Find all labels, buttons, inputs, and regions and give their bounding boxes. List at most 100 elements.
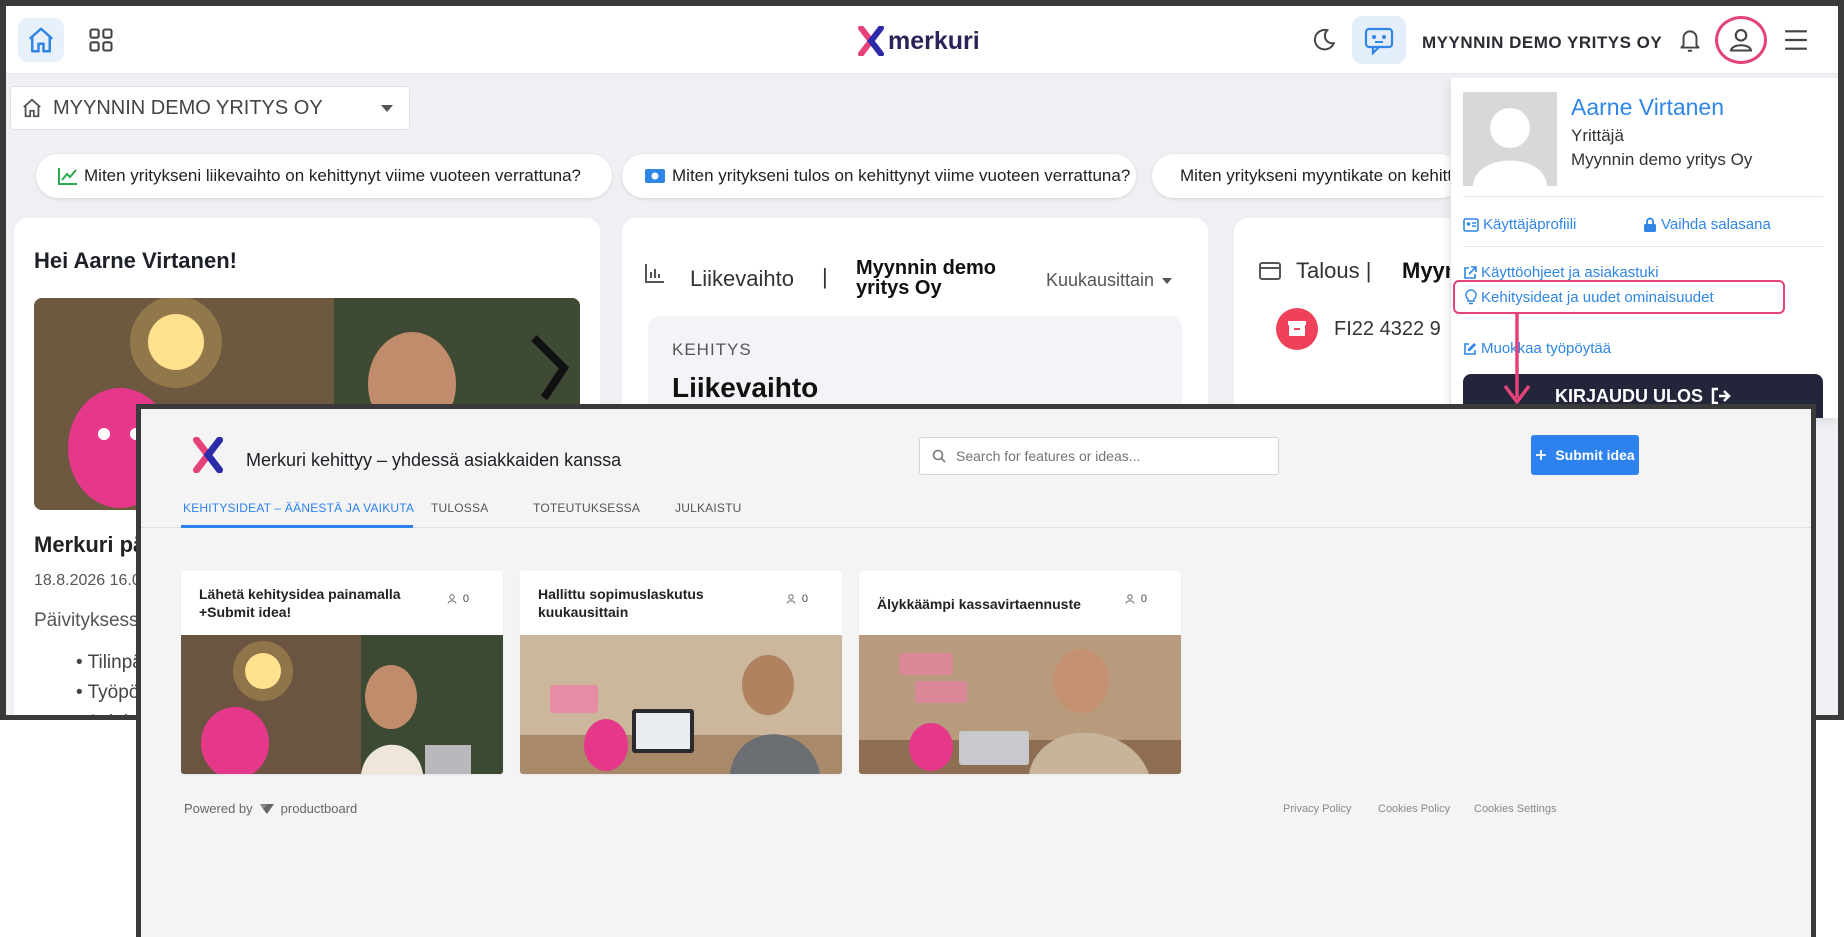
dark-mode-toggle[interactable]: [1306, 22, 1342, 58]
development-kicker: KEHITYS: [672, 340, 752, 359]
change-password-link[interactable]: Vaihda salasana: [1643, 216, 1771, 233]
tab-released[interactable]: JULKAISTU: [675, 501, 741, 527]
ideas-link[interactable]: Kehitysideat ja uudet ominaisuudet: [1453, 280, 1785, 314]
powered-by[interactable]: Powered by productboard: [184, 801, 357, 816]
help-link-label: Käyttöohjeet ja asiakastuki: [1481, 264, 1659, 281]
bar-chart-icon: [645, 264, 664, 283]
idea-image: [859, 635, 1181, 774]
vote-count[interactable]: 0: [1125, 593, 1147, 605]
user-placeholder-icon: [1473, 108, 1547, 186]
active-tab-indicator: [181, 525, 413, 528]
idea-card[interactable]: Älykkäämpi kassavirtaennuste 0: [859, 571, 1181, 774]
news-bullet: • Asiak: [76, 712, 133, 715]
submit-idea-label: Submit idea: [1555, 447, 1635, 463]
productboard-logo-icon: [259, 803, 274, 814]
moon-icon: [1313, 28, 1336, 51]
lightbulb-icon: [1465, 289, 1477, 305]
question-chip[interactable]: Miten yritykseni myyntikate on kehittyny…: [1152, 154, 1462, 198]
idea-title: Lähetä kehitysidea painamalla +Submit id…: [199, 586, 401, 620]
idea-title: Hallittu sopimuslaskutus kuukausittain: [538, 586, 704, 620]
merkuri-logo[interactable]: merkuri: [858, 26, 980, 56]
news-title: Merkuri pä: [34, 532, 146, 557]
voter-icon: [447, 594, 457, 604]
powered-by-label: Powered by: [184, 801, 253, 816]
profile-link[interactable]: Käyttäjäprofiili: [1463, 216, 1576, 233]
divider: [1463, 196, 1823, 197]
idea-image: [520, 635, 842, 774]
user-name[interactable]: Aarne Virtanen: [1571, 94, 1724, 121]
ideas-link-label: Kehitysideat ja uudet ominaisuudet: [1481, 288, 1714, 306]
productboard-brand: productboard: [280, 801, 358, 816]
idea-card[interactable]: Lähetä kehitysidea painamalla +Submit id…: [181, 571, 503, 774]
wallet-icon: [1259, 262, 1281, 280]
divider: [1463, 246, 1823, 247]
bell-icon: [1680, 30, 1700, 52]
company-select[interactable]: MYYNNIN DEMO YRITYS OY: [10, 86, 410, 130]
period-value: Kuukausittain: [1046, 270, 1155, 290]
tab-in-progress[interactable]: TOTEUTUKSESSA: [533, 501, 640, 527]
chevron-down-icon: [381, 105, 393, 112]
productboard-portal: Merkuri kehittyy – yhdessä asiakkaiden k…: [136, 404, 1816, 937]
company-select-value: MYYNNIN DEMO YRITYS OY: [53, 96, 323, 119]
line-chart-icon: [58, 168, 77, 185]
profile-link-label: Käyttäjäprofiili: [1483, 216, 1577, 233]
revenue-label: Liikevaihto: [690, 266, 794, 291]
brand-name: merkuri: [888, 26, 980, 55]
edit-desktop-label: Muokkaa työpöytää: [1481, 340, 1612, 357]
user-company: Myynnin demo yritys Oy: [1571, 150, 1753, 169]
greeting: Hei Aarne Virtanen!: [34, 248, 237, 273]
idea-title: Älykkäämpi kassavirtaennuste: [877, 596, 1081, 612]
assistant-button[interactable]: [1352, 16, 1406, 64]
user-icon: [1729, 29, 1753, 52]
chevron-down-icon: [1162, 277, 1173, 284]
question-chip[interactable]: Miten yritykseni tulos on kehittynyt vii…: [622, 154, 1136, 198]
search-icon: [932, 449, 946, 463]
portal-header: Merkuri kehittyy – yhdessä asiakkaiden k…: [141, 409, 1811, 549]
sign-out-icon: [1711, 387, 1731, 405]
cookies-policy-link[interactable]: Cookies Policy: [1378, 803, 1450, 815]
chatbot-icon: [1364, 27, 1394, 55]
main-menu-button[interactable]: [1776, 22, 1816, 58]
screenshot-frame: merkuri MYYNNIN DEMO YRITYS OY MYYNNIN D…: [0, 0, 1844, 937]
lock-icon: [1644, 217, 1656, 232]
portal-search[interactable]: [919, 437, 1279, 475]
privacy-policy-link[interactable]: Privacy Policy: [1283, 803, 1351, 815]
grid-icon: [89, 28, 113, 52]
iban-value: FI22 4322 9: [1334, 318, 1441, 340]
edit-desktop-link[interactable]: Muokkaa työpöytää: [1463, 340, 1611, 357]
notifications-button[interactable]: [1670, 22, 1710, 58]
portal-title: Merkuri kehittyy – yhdessä asiakkaiden k…: [246, 450, 622, 470]
change-password-label: Vaihda salasana: [1661, 216, 1771, 233]
annotation-arrow-icon: [1503, 312, 1531, 404]
question-chip[interactable]: Miten yritykseni liikevaihto on kehittyn…: [36, 154, 612, 198]
news-bullet: • Työpö: [76, 682, 140, 703]
vote-count[interactable]: 0: [447, 593, 469, 605]
title-separator: |: [1365, 258, 1372, 283]
apps-button[interactable]: [78, 18, 124, 62]
submit-idea-button[interactable]: Submit idea: [1531, 435, 1639, 475]
news-bullet: • Tilinpä: [76, 652, 143, 673]
home-button[interactable]: [18, 18, 64, 62]
external-link-icon: [1464, 265, 1477, 279]
money-icon: [645, 169, 665, 183]
cookies-settings-link[interactable]: Cookies Settings: [1474, 803, 1557, 815]
edit-icon: [1464, 342, 1476, 355]
merkuri-logo-icon: [858, 26, 884, 56]
active-company[interactable]: MYYNNIN DEMO YRITYS OY: [1422, 33, 1662, 53]
idea-card[interactable]: Hallittu sopimuslaskutus kuukausittain 0: [520, 571, 842, 774]
chip-label: Miten yritykseni liikevaihto on kehittyn…: [84, 166, 582, 185]
voter-icon: [786, 594, 796, 604]
home-icon: [28, 27, 54, 53]
plus-icon: [1536, 450, 1547, 460]
tab-ideas[interactable]: KEHITYSIDEAT – ÄÄNESTÄ JA VAIKUTA: [183, 501, 414, 527]
id-card-icon: [1463, 217, 1479, 232]
home-icon: [23, 98, 41, 118]
development-heading: Liikevaihto: [672, 372, 819, 403]
user-menu-button[interactable]: [1715, 16, 1767, 64]
search-input[interactable]: [956, 448, 1256, 464]
tab-coming[interactable]: TULOSSA: [431, 501, 488, 527]
help-link[interactable]: Käyttöohjeet ja asiakastuki: [1463, 264, 1659, 281]
vote-count[interactable]: 0: [786, 593, 808, 605]
period-select[interactable]: Kuukausittain: [1046, 270, 1173, 291]
finance-label: Talous |: [1296, 258, 1372, 283]
